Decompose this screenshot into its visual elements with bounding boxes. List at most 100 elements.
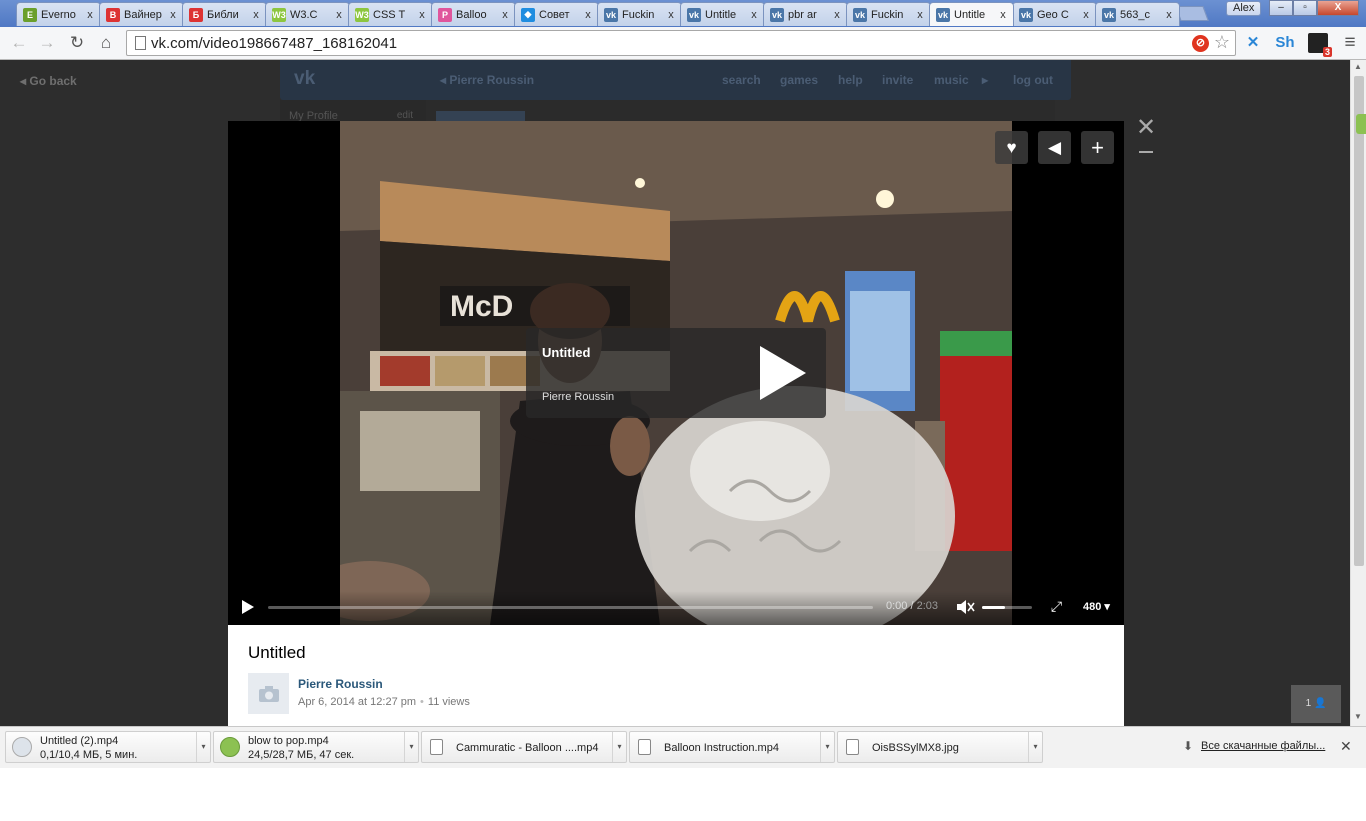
play-icon[interactable] [242, 600, 254, 614]
download-menu-icon[interactable]: ▾ [404, 732, 418, 762]
add-plus-icon[interactable]: + [1081, 131, 1114, 164]
forward-icon[interactable]: → [36, 32, 58, 54]
browser-tab[interactable]: Б Библи x [182, 2, 267, 26]
progress-bar[interactable] [268, 606, 873, 609]
bookmark-star-icon[interactable]: ☆ [1214, 32, 1230, 53]
big-play-icon[interactable] [760, 346, 806, 400]
browser-tab[interactable]: W3 CSS T x [348, 2, 433, 26]
browser-tab[interactable]: P Balloo x [431, 2, 516, 26]
download-item[interactable]: Untitled (2).mp4 0,1/10,4 МБ, 5 мин. ▾ [5, 731, 211, 763]
browser-tab[interactable]: В Вайнер x [99, 2, 184, 26]
tab-favicon-icon: В [106, 7, 120, 22]
tab-close-icon[interactable]: x [84, 9, 96, 21]
browser-tab[interactable]: ◆ Совет x [514, 2, 599, 26]
scrollbar-thumb[interactable] [1354, 76, 1364, 566]
tab-close-icon[interactable]: x [831, 9, 843, 21]
tab-title: Совет [539, 8, 570, 21]
video-meta: Apr 6, 2014 at 12:27 pm • 11 views [298, 696, 470, 708]
maximize-button[interactable]: ▫ [1293, 0, 1317, 16]
reload-icon[interactable]: ↻ [66, 32, 88, 54]
tab-close-icon[interactable]: x [748, 9, 760, 21]
author-link[interactable]: Pierre Roussin [298, 677, 383, 691]
browser-tab[interactable]: vk Untitle x [929, 2, 1014, 26]
download-item[interactable]: Cammuratic - Balloon ....mp4 ▾ [421, 731, 627, 763]
tab-close-icon[interactable]: x [582, 9, 594, 21]
video-player[interactable]: McD ♥ ◀ + Untitled Pierre Roussin 0:00 /… [228, 121, 1124, 625]
browser-tab[interactable]: vk Fuckin x [597, 2, 682, 26]
extension-icon-2[interactable]: Sh [1275, 33, 1295, 53]
tab-close-icon[interactable]: x [1163, 9, 1175, 21]
viewers-button[interactable]: 1 👤 [1291, 685, 1341, 723]
extension-side-tab[interactable] [1356, 114, 1366, 134]
vk-header: vk ◂ Pierre Roussin search games help in… [280, 60, 1071, 100]
quality-value: 480 [1083, 601, 1102, 613]
url-text[interactable]: vk.com/video198667487_168162041 [151, 35, 397, 52]
browser-tab[interactable]: vk 563_c x [1095, 2, 1180, 26]
minimize-button[interactable]: – [1269, 0, 1293, 16]
download-menu-icon[interactable]: ▾ [820, 732, 834, 762]
tab-close-icon[interactable]: x [167, 9, 179, 21]
home-icon[interactable]: ⌂ [95, 32, 117, 54]
browser-tab[interactable]: vk Untitle x [680, 2, 765, 26]
address-bar[interactable]: vk.com/video198667487_168162041 ⊘ ☆ [126, 30, 1236, 56]
close-window-button[interactable]: X [1317, 0, 1359, 16]
duration: 2:03 [916, 600, 939, 612]
download-menu-icon[interactable]: ▾ [1028, 732, 1042, 762]
browser-tab[interactable]: vk Fuckin x [846, 2, 931, 26]
download-item[interactable]: Balloon Instruction.mp4 ▾ [629, 731, 835, 763]
download-filename: Balloon Instruction.mp4 [664, 742, 779, 754]
fullscreen-icon[interactable]: ⤢ [1049, 599, 1064, 614]
nav-help[interactable]: help [838, 73, 863, 87]
volume-slider[interactable] [982, 606, 1032, 609]
owner-name-link[interactable]: ◂ Pierre Roussin [440, 73, 534, 87]
tab-close-icon[interactable]: x [250, 9, 262, 21]
nav-invite[interactable]: invite [882, 73, 913, 87]
close-icon[interactable]: ✕ [1136, 116, 1156, 140]
tab-close-icon[interactable]: x [416, 9, 428, 21]
tab-close-icon[interactable]: x [914, 9, 926, 21]
tab-close-icon[interactable]: x [665, 9, 677, 21]
vk-logo[interactable]: vk [294, 68, 328, 90]
minimize-icon[interactable] [1139, 151, 1153, 153]
browser-tab[interactable]: W3 W3.C x [265, 2, 350, 26]
like-heart-icon[interactable]: ♥ [995, 131, 1028, 164]
close-download-bar-icon[interactable]: ✕ [1340, 738, 1352, 755]
go-back-link[interactable]: ◂ Go back [20, 74, 77, 88]
tab-close-icon[interactable]: x [333, 9, 345, 21]
nav-games[interactable]: games [780, 73, 818, 87]
tab-close-icon[interactable]: x [499, 9, 511, 21]
download-menu-icon[interactable]: ▾ [196, 732, 210, 762]
adblock-icon[interactable]: ⊘ [1192, 35, 1209, 52]
page-scrollbar[interactable]: ▲ ▼ [1350, 60, 1366, 726]
extension-icon-3[interactable]: 3 [1308, 33, 1332, 57]
share-megaphone-icon[interactable]: ◀ [1038, 131, 1071, 164]
tab-favicon-icon: P [438, 7, 452, 22]
menu-icon[interactable]: ≡ [1341, 33, 1359, 53]
all-downloads-link[interactable]: Все скачанные файлы... [1201, 740, 1325, 752]
overlay-author[interactable]: Pierre Roussin [542, 391, 614, 403]
volume-icon[interactable] [957, 600, 975, 614]
download-item[interactable]: OisBSSylMX8.jpg ▾ [837, 731, 1043, 763]
scroll-up-icon[interactable]: ▲ [1354, 62, 1362, 71]
download-item[interactable]: blow to pop.mp4 24,5/28,7 МБ, 47 сек. ▾ [213, 731, 419, 763]
scroll-down-icon[interactable]: ▼ [1354, 712, 1362, 721]
tab-close-icon[interactable]: x [1080, 9, 1092, 21]
profile-name[interactable]: Alex [1226, 1, 1262, 16]
browser-tab[interactable]: E Everno x [16, 2, 101, 26]
new-tab-button[interactable] [1175, 6, 1209, 21]
download-menu-icon[interactable]: ▾ [612, 732, 626, 762]
browser-tab[interactable]: vk Geo C x [1012, 2, 1097, 26]
browser-window: Alex – ▫ X E Everno x В Вайнер x Б Библи x W3 W3.C… [0, 0, 1366, 768]
edit-link[interactable]: edit [397, 110, 413, 121]
author-avatar[interactable] [248, 673, 289, 714]
extension-icon-1[interactable]: ✕ [1243, 33, 1263, 53]
quality-selector[interactable]: 480 ▾ [1083, 600, 1110, 613]
nav-logout[interactable]: log out [1013, 73, 1053, 87]
tab-close-icon[interactable]: x [997, 9, 1009, 21]
browser-tab[interactable]: vk pbr ar x [763, 2, 848, 26]
nav-music[interactable]: music [934, 73, 969, 87]
music-play-icon[interactable]: ▸ [982, 73, 988, 87]
nav-search[interactable]: search [722, 73, 761, 87]
video-title-overlay[interactable]: Untitled Pierre Roussin [526, 328, 826, 418]
back-icon[interactable]: ← [8, 32, 30, 54]
